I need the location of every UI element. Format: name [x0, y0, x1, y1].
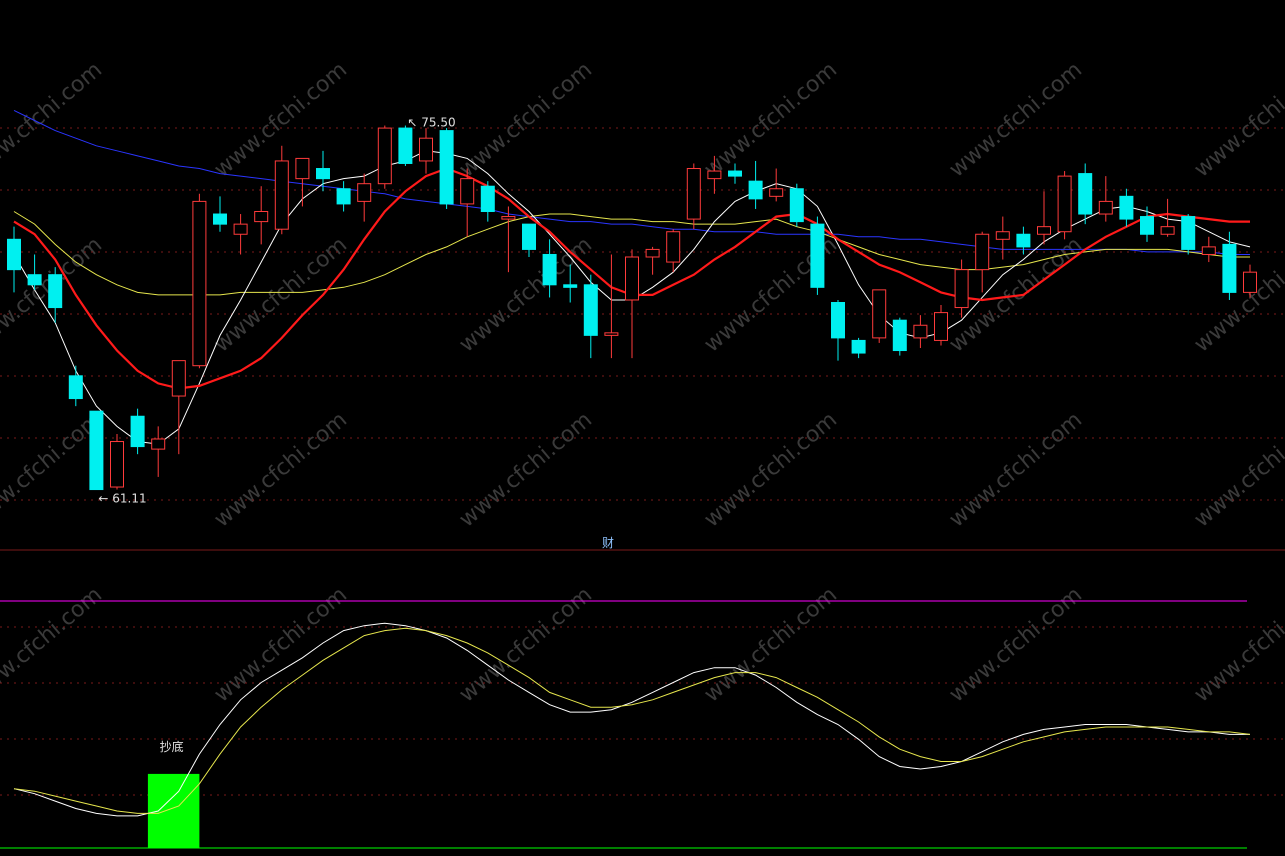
candle-body: [563, 284, 578, 288]
candle-body: [27, 274, 42, 286]
candle-body: [398, 127, 413, 164]
candle-body: [872, 289, 887, 339]
candle-body: [377, 127, 392, 185]
candle-body: [501, 216, 516, 220]
candle-body: [810, 223, 825, 288]
candle-body: [1119, 195, 1134, 220]
candle-body: [1037, 226, 1051, 235]
candle-body: [686, 168, 701, 220]
candle-body: [68, 375, 83, 400]
candle-up: [872, 289, 887, 343]
candle-body: [789, 188, 804, 223]
candle-body: [666, 231, 681, 263]
candle-body: [1201, 246, 1216, 255]
candle-body: [583, 284, 598, 336]
candle-body: [913, 324, 928, 339]
candle-body: [1057, 175, 1072, 233]
signal-bar: [147, 773, 200, 848]
candle-up: [377, 125, 392, 189]
candle-body: [625, 256, 639, 301]
candle-down: [398, 125, 413, 166]
candle-body: [316, 168, 330, 180]
candle-body: [851, 339, 866, 354]
candle-body: [1016, 233, 1031, 248]
candle-body: [89, 410, 104, 491]
candle-body: [295, 157, 310, 180]
candle-body: [1140, 216, 1154, 235]
candle-body: [460, 178, 475, 205]
candle-down: [1181, 214, 1196, 255]
candle-body: [975, 233, 990, 271]
divider-label: 财: [602, 536, 614, 550]
candle-body: [892, 319, 907, 352]
candle-body: [1098, 200, 1113, 215]
candle-body: [954, 269, 969, 309]
candle-body: [419, 137, 433, 162]
candle-body: [748, 180, 763, 200]
candle-body: [110, 441, 124, 488]
candle-down: [439, 128, 454, 209]
candle-up: [1057, 171, 1072, 240]
signal-label: 抄底: [160, 739, 184, 754]
candle-body: [831, 302, 845, 339]
candle-body: [1181, 216, 1196, 250]
candle-up: [192, 193, 207, 369]
candle-body: [707, 170, 722, 180]
candle-down: [89, 410, 104, 491]
candle-up: [686, 163, 701, 230]
candle-body: [645, 248, 660, 258]
candle-body: [522, 223, 536, 250]
candle-body: [769, 188, 784, 197]
candle-down: [892, 317, 907, 356]
candle-down: [789, 183, 804, 227]
candle-body: [336, 188, 351, 205]
candle-body: [357, 183, 372, 202]
candle-body: [480, 185, 495, 213]
candle-body: [1160, 226, 1175, 235]
candle-body: [151, 438, 166, 450]
candle-body: [254, 211, 269, 223]
candle-down: [810, 216, 825, 295]
low-price-marker: ← 61.11: [98, 491, 146, 505]
stock-chart: www.cfchi.com www.cfchi.com www.cfchi.com w…: [0, 0, 1285, 856]
candle-body: [728, 170, 742, 177]
candle-body: [233, 223, 248, 235]
candle-body: [48, 274, 63, 309]
candle-body: [1078, 173, 1093, 215]
candle-body: [542, 253, 557, 286]
candle-body: [995, 231, 1010, 240]
candle-body: [934, 312, 948, 341]
candle-body: [130, 415, 145, 448]
candle-up: [110, 433, 124, 490]
candle-body: [213, 213, 227, 225]
candle-body: [7, 238, 21, 271]
candle-body: [274, 160, 289, 230]
candle-body: [439, 130, 454, 205]
high-price-marker: ↖ 75.50: [407, 116, 455, 130]
candle-body: [604, 332, 619, 336]
candle-body: [1222, 243, 1237, 293]
candle-body: [192, 200, 207, 367]
candle-body: [171, 360, 186, 397]
candle-body: [1243, 271, 1257, 293]
